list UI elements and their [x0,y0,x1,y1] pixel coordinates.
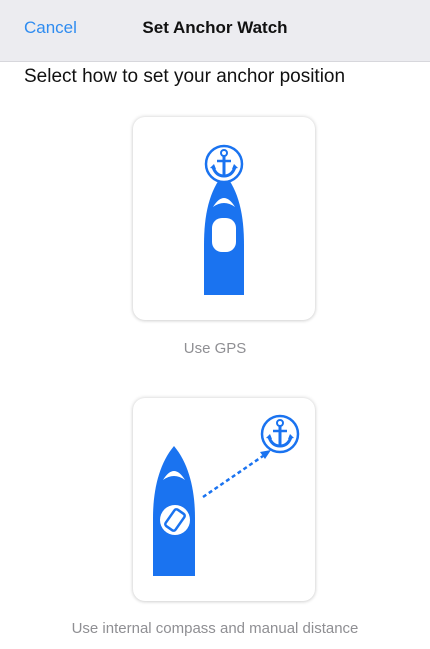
instruction-text: Select how to set your anchor position [24,66,346,87]
use-compass-option-card[interactable] [133,398,315,601]
use-gps-option-card[interactable] [133,117,315,320]
boat-phone-compass-icon [153,414,300,576]
navigation-bar: Cancel Set Anchor Watch [0,0,430,62]
anchor-watch-screen: Cancel Set Anchor Watch Select how to se… [0,0,430,649]
page-title: Set Anchor Watch [142,18,288,37]
use-gps-label: Use GPS [183,340,247,357]
boat-with-anchor-icon [204,144,244,295]
use-compass-label: Use internal compass and manual distance [71,620,359,637]
